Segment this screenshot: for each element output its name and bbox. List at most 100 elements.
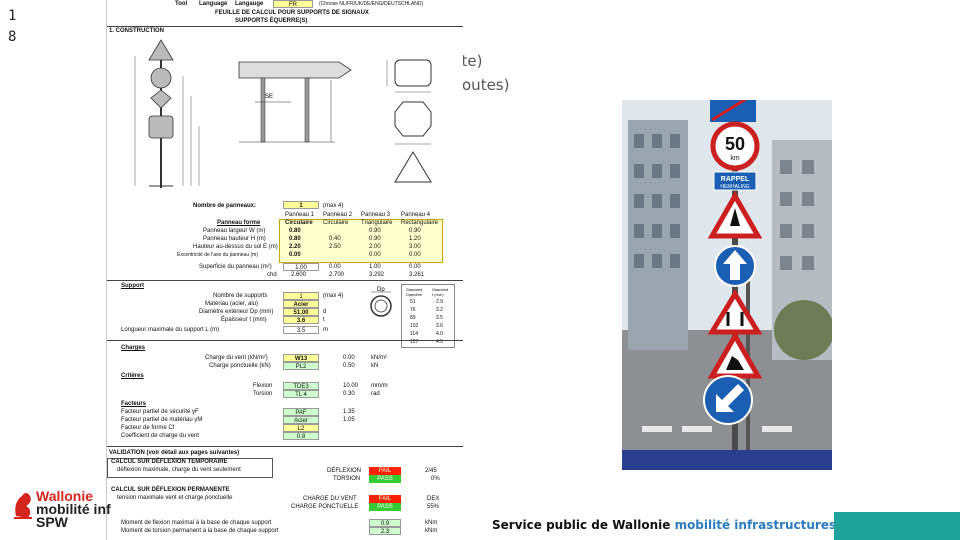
panel-row-6-v4: 3.261: [409, 272, 425, 278]
panel-row-3-v1: 2.20: [289, 244, 301, 250]
calc-perm-label-1: CHARGE PONCTUELLE: [291, 504, 359, 510]
standard-sub1: Diamètre: [406, 292, 423, 297]
panel-row-label-1: Panneau largeur W (m): [203, 228, 266, 234]
calc-temp-value-0: 2/45: [425, 468, 437, 474]
moment-value-0: 0.9: [369, 519, 401, 527]
calc-temp-status-1: PASS: [369, 475, 401, 483]
panel-row-0-v2: Circulaire: [323, 220, 349, 226]
facteurs-row-label-2: Facteur de forme Cf: [121, 425, 175, 431]
speed-sign-unit: km: [730, 155, 740, 162]
calc-perm-sub: tension maximale vent et charge ponctuel…: [117, 495, 233, 501]
sign-shapes-drawing: [386, 59, 432, 183]
panel-row-label-0: Panneau forme: [217, 220, 261, 226]
facteurs-row-code-0: PAF: [283, 408, 319, 416]
standard-sub2: t (mm): [432, 292, 444, 297]
footer-accent-text: mobilité infrastructures: [674, 518, 837, 532]
support-length-label: Longueur maximale du support L (m): [121, 327, 220, 333]
std-r3-c1: 3.6: [436, 323, 443, 329]
calc-perm-status-0: FAIL: [369, 495, 401, 503]
footer-teal-bar: [834, 512, 960, 540]
validation-title: VALIDATION (voir détail aux pages suivan…: [109, 450, 240, 456]
std-r4-c1: 4.0: [436, 331, 443, 337]
panel-row-label-3: Hauteur au-dessus du sol E (m): [193, 244, 278, 250]
facteurs-row-label-1: Facteur partiel de matériau γM: [121, 417, 203, 423]
criteres-row-code-0: TDE3: [283, 382, 319, 390]
panel-row-6-v3: 3.292: [369, 272, 385, 278]
std-r0-c0: 51: [410, 299, 416, 305]
moment-label-0: Moment de flexion maximal à la base de c…: [121, 520, 272, 526]
sheet-title-1: FEUILLE DE CALCUL POUR SUPPORTS DE SIGNA…: [215, 10, 369, 16]
charges-row-value-0: 0.00: [343, 355, 355, 361]
calc-temp-sub: déflexion maximale, charge du vent seule…: [117, 467, 241, 473]
logo-line-3: SPW: [36, 514, 68, 530]
panels-count-label: Nombre de panneaux:: [193, 203, 257, 209]
panel-row-1-v3: 0.90: [369, 228, 381, 234]
support-row-label-0: Nombre de supports: [213, 293, 268, 299]
standard-table: Standard Standard Diamètre t (mm) 51 2.9…: [401, 284, 455, 348]
support-frame-drawing: SE: [238, 61, 352, 143]
moment-label-1: Moment de torsion permanent à la base de…: [121, 528, 279, 534]
calc-perm-value-0: DEX: [427, 496, 440, 502]
facteurs-row-code-1: Acier: [283, 416, 319, 424]
support-row-value-2: 51.00: [283, 308, 319, 316]
panel-row-5-v3: 1.00: [369, 264, 381, 270]
rooster-icon: [14, 493, 32, 519]
panel-row-4-v3: 0.00: [369, 252, 381, 258]
panel-row-6-v1: 2.600: [291, 272, 307, 278]
wallonie-logo: Wallonie mobilité inf SPW: [12, 488, 112, 532]
panel-row-2-v4: 1.20: [409, 236, 421, 242]
support-row-label-1: Matériau (acier, alu): [205, 301, 259, 307]
std-r2-c0: 89: [410, 315, 416, 321]
calc-perm-title: CALCUL SUR DÉFLEXION PERMANENTE: [111, 487, 230, 493]
facteurs-row-label-0: Facteur partiel de sécurité γF: [121, 409, 199, 415]
panel-header-4: Panneau 4: [401, 212, 431, 218]
support-row-unit-2: d: [323, 309, 327, 315]
charges-title: Charges: [121, 345, 146, 351]
panel-row-label-5: Superficie du panneau (m²): [199, 264, 272, 270]
panel-header-2: Panneau 2: [323, 212, 353, 218]
support-row-value-0: 1: [283, 292, 319, 300]
std-r1-c0: 76: [410, 307, 416, 313]
facteurs-row-code-3: 0.8: [283, 432, 319, 440]
panel-row-3-v3: 2.00: [369, 244, 381, 250]
criteres-row-label-0: Flexion: [253, 383, 273, 389]
panel-header-1: Panneau 1: [285, 212, 315, 218]
support-title: Support: [121, 283, 144, 289]
facteurs-row-value-0: 1.35: [343, 409, 355, 415]
footer-text: Service public de Wallonie mobilité infr…: [492, 518, 836, 532]
sign-post-illustration: 50 km RAPPEL HERHALING: [622, 100, 832, 470]
header-tool: Tool: [175, 1, 188, 7]
criteres-row-value-1: 0.30: [343, 391, 355, 397]
panel-row-3-v2: 2.50: [329, 244, 341, 250]
facteurs-row-value-1: 1.05: [343, 417, 355, 423]
label-se: SE: [265, 94, 273, 100]
slide-number: 1 8: [8, 8, 17, 45]
panel-row-label-2: Panneau hauteur H (m): [203, 236, 266, 242]
moment-unit-1: kNm: [425, 528, 438, 534]
panel-row-6-v2: 2.700: [329, 272, 345, 278]
panel-row-2-v2: 0.40: [329, 236, 341, 242]
speed-sign-text: 50: [725, 134, 745, 154]
std-r4-c0: 114: [410, 331, 418, 337]
calc-perm-value-1: 55%: [427, 504, 440, 510]
facteurs-row-code-2: L2: [283, 424, 319, 432]
charges-row-label-0: Charge du vent (kN/m²): [205, 355, 268, 361]
spreadsheet-screenshot: Tool Language Langauge FR (Choose NL/FR/…: [106, 0, 463, 540]
support-row-unit-3: t: [323, 317, 325, 323]
criteres-row-unit-1: rad: [371, 391, 380, 397]
calc-temp-status-0: FAIL: [369, 467, 401, 475]
label-dp: Dp: [377, 287, 385, 293]
criteres-title: Critères: [121, 373, 144, 379]
panel-row-1-v4: 0.90: [409, 228, 421, 234]
calc-temp-title: CALCUL SUR DÉFLEXION TEMPORAIRE: [111, 459, 228, 465]
charges-row-unit-1: kN: [371, 363, 379, 369]
support-row-value-3: 3.6: [283, 316, 319, 324]
panel-row-0-v4: Rectangulaire: [401, 220, 439, 226]
charges-row-label-1: Charge ponctuelle (kN): [209, 363, 271, 369]
header-language: Language: [199, 1, 228, 7]
panel-row-2-v1: 0.80: [289, 236, 301, 242]
calc-perm-label-0: CHARGE DU VENT: [303, 496, 357, 502]
header-note: (Choose NL/FR/UK/DE/ENG/DEUTSCHLAND): [319, 1, 424, 7]
sheet-title-2: SUPPORTS ÉQUERRE(S): [235, 18, 308, 24]
section-construction: 1. CONSTRUCTION: [109, 28, 165, 34]
